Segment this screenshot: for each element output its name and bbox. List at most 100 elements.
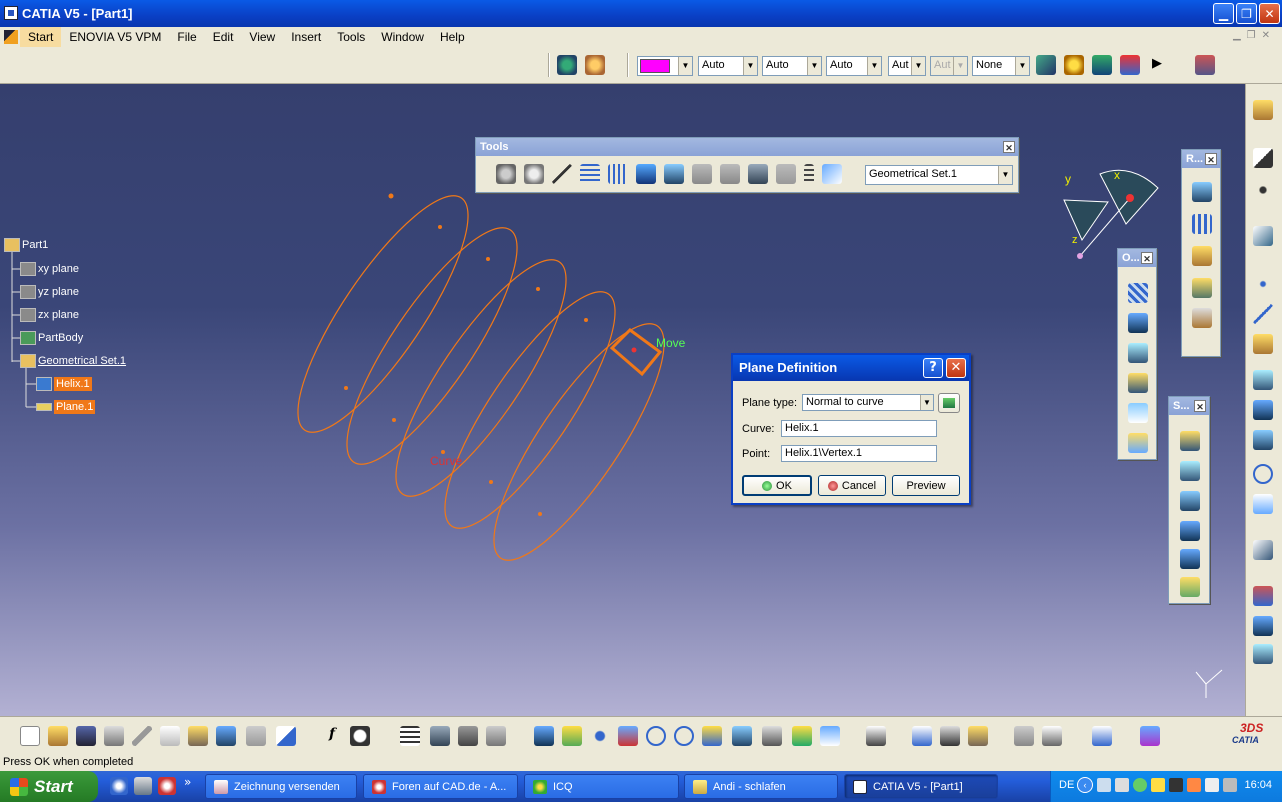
volume-icon[interactable] [1115, 778, 1129, 792]
network-icon[interactable] [1097, 778, 1111, 792]
speaker-icon[interactable] [1223, 778, 1237, 792]
paste-icon[interactable] [188, 726, 208, 746]
new-file-icon[interactable] [20, 726, 40, 746]
quicklaunch-opera-icon[interactable] [158, 777, 176, 795]
help-button[interactable]: ? [923, 358, 943, 378]
tools-palette-title[interactable]: Tools ✕ [476, 138, 1018, 156]
axis-system-icon[interactable] [552, 164, 572, 184]
tree-zx-plane[interactable]: zx plane [20, 306, 79, 324]
palette-title[interactable]: O... ✕ [1118, 249, 1156, 267]
minimize-button[interactable]: ▁ [1213, 3, 1234, 24]
workbench-switch-icon[interactable] [1253, 100, 1273, 120]
spelling-icon[interactable] [1092, 726, 1112, 746]
plane-type-select[interactable]: Normal to curve ▼ [802, 394, 934, 411]
shield-icon[interactable] [1205, 778, 1219, 792]
extrapolate-icon[interactable] [1128, 373, 1148, 393]
near-icon[interactable] [1128, 433, 1148, 453]
redo-icon[interactable] [246, 726, 266, 746]
task-zeichnung[interactable]: Zeichnung versenden [205, 774, 357, 799]
catalog-icon[interactable] [720, 164, 740, 184]
zoom-out-icon[interactable] [674, 726, 694, 746]
menu-enovia[interactable]: ENOVIA V5 VPM [61, 27, 169, 47]
whats-this-icon[interactable] [276, 726, 296, 746]
preview-button[interactable]: Preview [892, 475, 960, 496]
menu-file[interactable]: File [169, 27, 204, 47]
language-indicator[interactable]: DE [1059, 779, 1074, 791]
swap-space-icon[interactable] [820, 726, 840, 746]
copy-icon[interactable] [160, 726, 180, 746]
iso-view-icon[interactable] [732, 726, 752, 746]
close-button[interactable]: ✕ [1259, 3, 1280, 24]
tree-partbody[interactable]: PartBody [20, 329, 83, 347]
line-icon[interactable] [1253, 304, 1273, 324]
solid-icon[interactable] [664, 164, 684, 184]
menu-insert[interactable]: Insert [283, 27, 329, 47]
parallel-curve-icon[interactable] [1253, 430, 1273, 450]
mdi-controls[interactable]: ▁❐✕ [1233, 30, 1276, 41]
tools-options-icon[interactable] [1195, 55, 1215, 75]
measure-between-icon[interactable] [912, 726, 932, 746]
point-field[interactable]: Helix.1\Vertex.1 [781, 445, 937, 462]
menu-tools[interactable]: Tools [329, 27, 373, 47]
fill-icon[interactable] [1180, 521, 1200, 541]
undo-icon[interactable] [216, 726, 236, 746]
rotate-icon[interactable] [618, 726, 638, 746]
cancel-button[interactable]: Cancel [818, 475, 886, 496]
surface-icon[interactable] [636, 164, 656, 184]
comment-icon[interactable] [350, 726, 370, 746]
table-icon[interactable] [400, 726, 420, 746]
close-icon[interactable]: ✕ [1194, 400, 1206, 412]
catalog-tool-icon[interactable] [1042, 726, 1062, 746]
quicklaunch-more[interactable]: » [184, 775, 191, 789]
shading-icon[interactable] [762, 726, 782, 746]
plane-preview[interactable] [609, 328, 663, 377]
formula-icon[interactable]: f [322, 726, 342, 746]
hand-icon[interactable] [524, 164, 544, 184]
catia-app-icon[interactable] [4, 6, 18, 20]
menu-window[interactable]: Window [373, 27, 432, 47]
tree-icon[interactable] [748, 164, 768, 184]
pan-icon[interactable] [590, 726, 610, 746]
layer-dropdown[interactable]: None ▼ [972, 56, 1030, 76]
tree-plane[interactable]: Plane.1 [36, 398, 96, 416]
boundary-icon[interactable] [1128, 343, 1148, 363]
update-icon[interactable] [496, 164, 516, 184]
intersection-icon[interactable] [1253, 400, 1273, 420]
more-arrow-icon[interactable]: ▶ [1152, 56, 1162, 71]
menu-view[interactable]: View [241, 27, 283, 47]
workbench-icon[interactable] [557, 55, 577, 75]
blend-icon[interactable] [1180, 577, 1200, 597]
lock-icon[interactable] [458, 726, 478, 746]
layer-short-dropdown[interactable]: Aut ▼ [888, 56, 926, 76]
select-arrow-icon[interactable] [1253, 148, 1273, 168]
menu-start[interactable]: Start [20, 27, 62, 47]
task-icq[interactable]: ICQ [524, 774, 679, 799]
corner-icon[interactable] [1253, 540, 1273, 560]
design-table-icon[interactable] [585, 55, 605, 75]
helix-tool-icon[interactable] [1253, 616, 1273, 636]
color-dropdown[interactable]: ▼ [637, 56, 693, 76]
dialog-close-button[interactable]: ✕ [946, 358, 966, 378]
geometrical-set-dropdown[interactable]: Geometrical Set.1 ▼ [865, 165, 1013, 185]
close-icon[interactable]: ✕ [1205, 153, 1217, 165]
powercopy-icon[interactable] [1192, 246, 1212, 266]
point-type-dropdown[interactable]: Auto ▼ [826, 56, 882, 76]
point-cloud-icon[interactable] [1253, 180, 1273, 200]
save-icon[interactable] [76, 726, 96, 746]
sweep-icon[interactable] [1180, 491, 1200, 511]
painter-icon[interactable] [1036, 55, 1056, 75]
start-button[interactable]: Start [0, 771, 98, 802]
list-icon[interactable] [804, 164, 814, 184]
loft-icon[interactable] [1180, 549, 1200, 569]
messenger-icon[interactable] [1133, 778, 1147, 792]
zoom-in-icon[interactable] [646, 726, 666, 746]
tree-root-part1[interactable]: Part1 [4, 236, 48, 254]
quicklaunch-ie-icon[interactable] [110, 777, 128, 795]
sketch-tracer-icon[interactable] [1140, 726, 1160, 746]
sketcher-icon[interactable] [1253, 226, 1273, 246]
dialog-title-bar[interactable]: Plane Definition ? ✕ [733, 355, 969, 381]
menu-edit[interactable]: Edit [205, 27, 242, 47]
rules-icon[interactable] [486, 726, 506, 746]
light-icon[interactable] [1064, 55, 1084, 75]
spiral-icon[interactable] [1253, 644, 1273, 664]
